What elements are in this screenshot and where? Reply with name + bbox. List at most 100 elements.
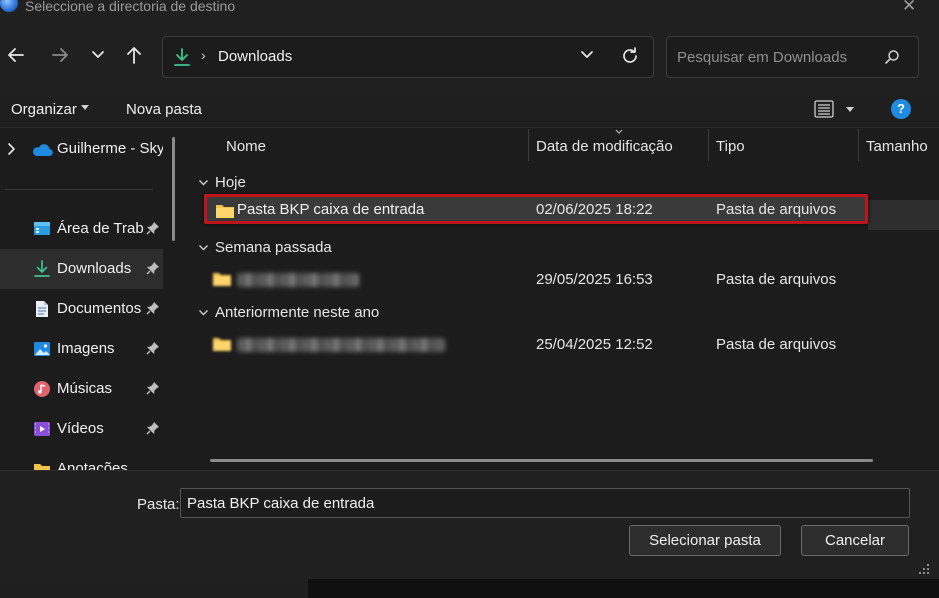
pin-icon[interactable]: [146, 421, 160, 435]
folder-field[interactable]: [180, 488, 910, 518]
file-type: Pasta de arquivos: [716, 201, 837, 218]
address-dropdown-icon[interactable]: [580, 49, 594, 61]
group-header-last-week[interactable]: Semana passada: [198, 239, 332, 256]
pin-icon[interactable]: [146, 341, 160, 355]
cancel-button[interactable]: Cancelar: [801, 525, 909, 556]
sidebar-item-label: Downloads: [57, 260, 132, 277]
new-folder-button[interactable]: Nova pasta: [126, 101, 202, 118]
sidebar-item-downloads[interactable]: Downloads: [0, 249, 163, 289]
up-button[interactable]: [121, 42, 147, 68]
resize-grip-icon[interactable]: [917, 562, 931, 576]
group-header-today[interactable]: Hoje: [198, 174, 246, 191]
column-divider[interactable]: [858, 129, 859, 161]
dialog-footer: Pasta: Selecionar pasta Cancelar: [0, 470, 939, 579]
group-label: Anteriormente neste ano: [215, 304, 380, 321]
pictures-icon: [34, 342, 50, 356]
help-icon[interactable]: ?: [891, 99, 911, 119]
onedrive-cloud-icon: [32, 144, 53, 157]
view-dropdown-icon[interactable]: [846, 107, 854, 112]
back-button[interactable]: [3, 42, 29, 68]
sidebar-item-label: Guilherme - Skyl: [57, 140, 163, 157]
close-icon[interactable]: ✕: [902, 0, 916, 16]
blurred-file-name: [237, 338, 445, 352]
group-label: Semana passada: [215, 239, 332, 256]
recent-locations-button[interactable]: [85, 42, 111, 68]
sidebar-item-music[interactable]: Músicas: [0, 369, 163, 409]
pin-icon[interactable]: [146, 381, 160, 395]
pin-icon[interactable]: [146, 301, 160, 315]
file-row[interactable]: 29/05/2025 16:53 Pasta de arquivos: [204, 265, 868, 295]
blurred-file-name: [237, 273, 359, 287]
folder-icon: [34, 464, 50, 470]
app-icon: [0, 0, 18, 12]
column-header-name[interactable]: Nome: [226, 138, 266, 171]
sidebar-scrollbar[interactable]: [172, 137, 175, 241]
file-row[interactable]: 25/04/2025 12:52 Pasta de arquivos: [204, 330, 868, 360]
address-bar[interactable]: › Downloads: [162, 36, 654, 78]
file-type: Pasta de arquivos: [716, 336, 837, 353]
background-window-strip: [0, 579, 939, 598]
sidebar-item-desktop[interactable]: Área de Trab: [0, 209, 163, 249]
sidebar-item-label: Vídeos: [57, 420, 104, 437]
sidebar-item-label: Documentos: [57, 300, 142, 317]
search-icon: [885, 50, 899, 64]
sort-indicator-icon: [615, 129, 623, 134]
column-header-modified[interactable]: Data de modificação: [536, 138, 673, 171]
breadcrumb-separator: ›: [201, 47, 206, 63]
arrow-left-icon: [8, 48, 24, 62]
file-row-selected[interactable]: Pasta BKP caixa de entrada 02/06/2025 18…: [204, 194, 868, 224]
group-header-earlier-this-year[interactable]: Anteriormente neste ano: [198, 304, 379, 321]
title-bar: Seleccione a directoria de destino ✕: [0, 0, 939, 22]
column-header-size[interactable]: Tamanho: [866, 138, 928, 171]
organize-button[interactable]: Organizar: [11, 101, 77, 118]
sidebar-item-notes[interactable]: Anotações: [0, 449, 163, 470]
horizontal-scrollbar[interactable]: [210, 459, 873, 462]
file-list: Nome Data de modificação Tipo Tamanho Ho…: [188, 129, 939, 470]
column-divider[interactable]: [708, 129, 709, 161]
window-title: Seleccione a directoria de destino: [25, 0, 236, 14]
sidebar-item-documents[interactable]: Documentos: [0, 289, 163, 329]
sidebar-item-label: Imagens: [57, 340, 115, 357]
videos-icon: [34, 422, 50, 436]
sidebar-item-onedrive[interactable]: Guilherme - Skyl: [0, 129, 163, 169]
file-name: Pasta BKP caixa de entrada: [237, 201, 425, 218]
music-icon: [34, 381, 50, 397]
pin-icon[interactable]: [146, 221, 160, 235]
arrow-right-icon: [52, 48, 68, 62]
sidebar-divider: [5, 189, 153, 190]
sidebar-item-pictures[interactable]: Imagens: [0, 329, 163, 369]
file-modified: 29/05/2025 16:53: [536, 271, 653, 288]
breadcrumb-downloads[interactable]: Downloads: [218, 48, 292, 65]
forward-button[interactable]: [47, 42, 73, 68]
sidebar-item-label: Anotações: [57, 460, 128, 470]
pin-icon[interactable]: [146, 261, 160, 275]
folder-field-label: Pasta:: [137, 496, 180, 513]
caret-down-icon: [81, 105, 89, 110]
command-bar: Organizar Nova pasta ?: [0, 90, 939, 128]
navigation-bar: › Downloads Pesquisar em Downloads: [0, 22, 939, 90]
folder-icon: [216, 205, 234, 218]
chevron-down-icon: [199, 310, 208, 316]
search-input[interactable]: Pesquisar em Downloads: [677, 49, 847, 66]
file-type: Pasta de arquivos: [716, 271, 837, 288]
column-divider[interactable]: [528, 129, 529, 161]
sidebar-item-label: Músicas: [57, 380, 113, 397]
refresh-icon[interactable]: [620, 46, 640, 66]
file-modified: 25/04/2025 12:52: [536, 336, 653, 353]
arrow-up-icon: [127, 47, 141, 64]
chevron-right-icon[interactable]: [7, 142, 17, 156]
view-options-icon[interactable]: [814, 100, 834, 118]
folder-icon: [213, 273, 231, 286]
selection-highlight: [868, 200, 939, 230]
download-icon: [174, 48, 190, 66]
chevron-down-icon: [92, 51, 104, 58]
desktop-icon: [34, 222, 50, 235]
file-modified: 02/06/2025 18:22: [536, 201, 653, 218]
search-box[interactable]: Pesquisar em Downloads: [666, 36, 919, 78]
sidebar-item-label: Área de Trab: [57, 220, 144, 237]
folder-name-input[interactable]: [181, 489, 909, 517]
select-folder-button[interactable]: Selecionar pasta: [629, 525, 781, 556]
column-header-type[interactable]: Tipo: [716, 138, 745, 171]
sidebar-item-videos[interactable]: Vídeos: [0, 409, 163, 449]
chevron-down-icon: [199, 180, 208, 186]
